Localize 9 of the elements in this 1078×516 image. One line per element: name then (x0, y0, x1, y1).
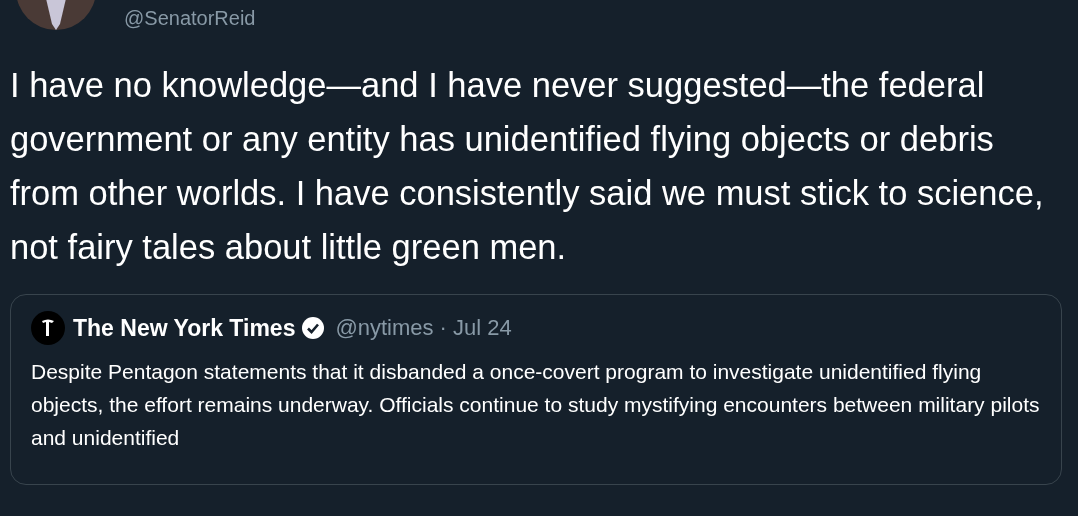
author-handle[interactable]: @nytimes (335, 315, 434, 341)
newspaper-logo-icon (31, 311, 65, 345)
author-name[interactable]: The New York Times (73, 314, 296, 342)
avatar[interactable] (16, 0, 96, 30)
tweet-text: I have no knowledge—and I have never suggested—the federal government or any entity has unidentified flying objects or debris from other worlds. I have consistently said we must stick to science, not fairy tales about little green men. (10, 65, 1045, 268)
quoted-tweet-card[interactable] (10, 294, 1062, 485)
tweet-date[interactable]: · Jul 24 (439, 315, 512, 341)
quoted-tweet-text: Despite Pentagon statements that it disbanded a once-covert program to investigate unidentified flying objects, the effort remains underway. Officials continue to study mystifying encounters between military pilots and unidentified (31, 359, 1041, 451)
user-handle[interactable]: @SenatorReid (124, 6, 256, 30)
